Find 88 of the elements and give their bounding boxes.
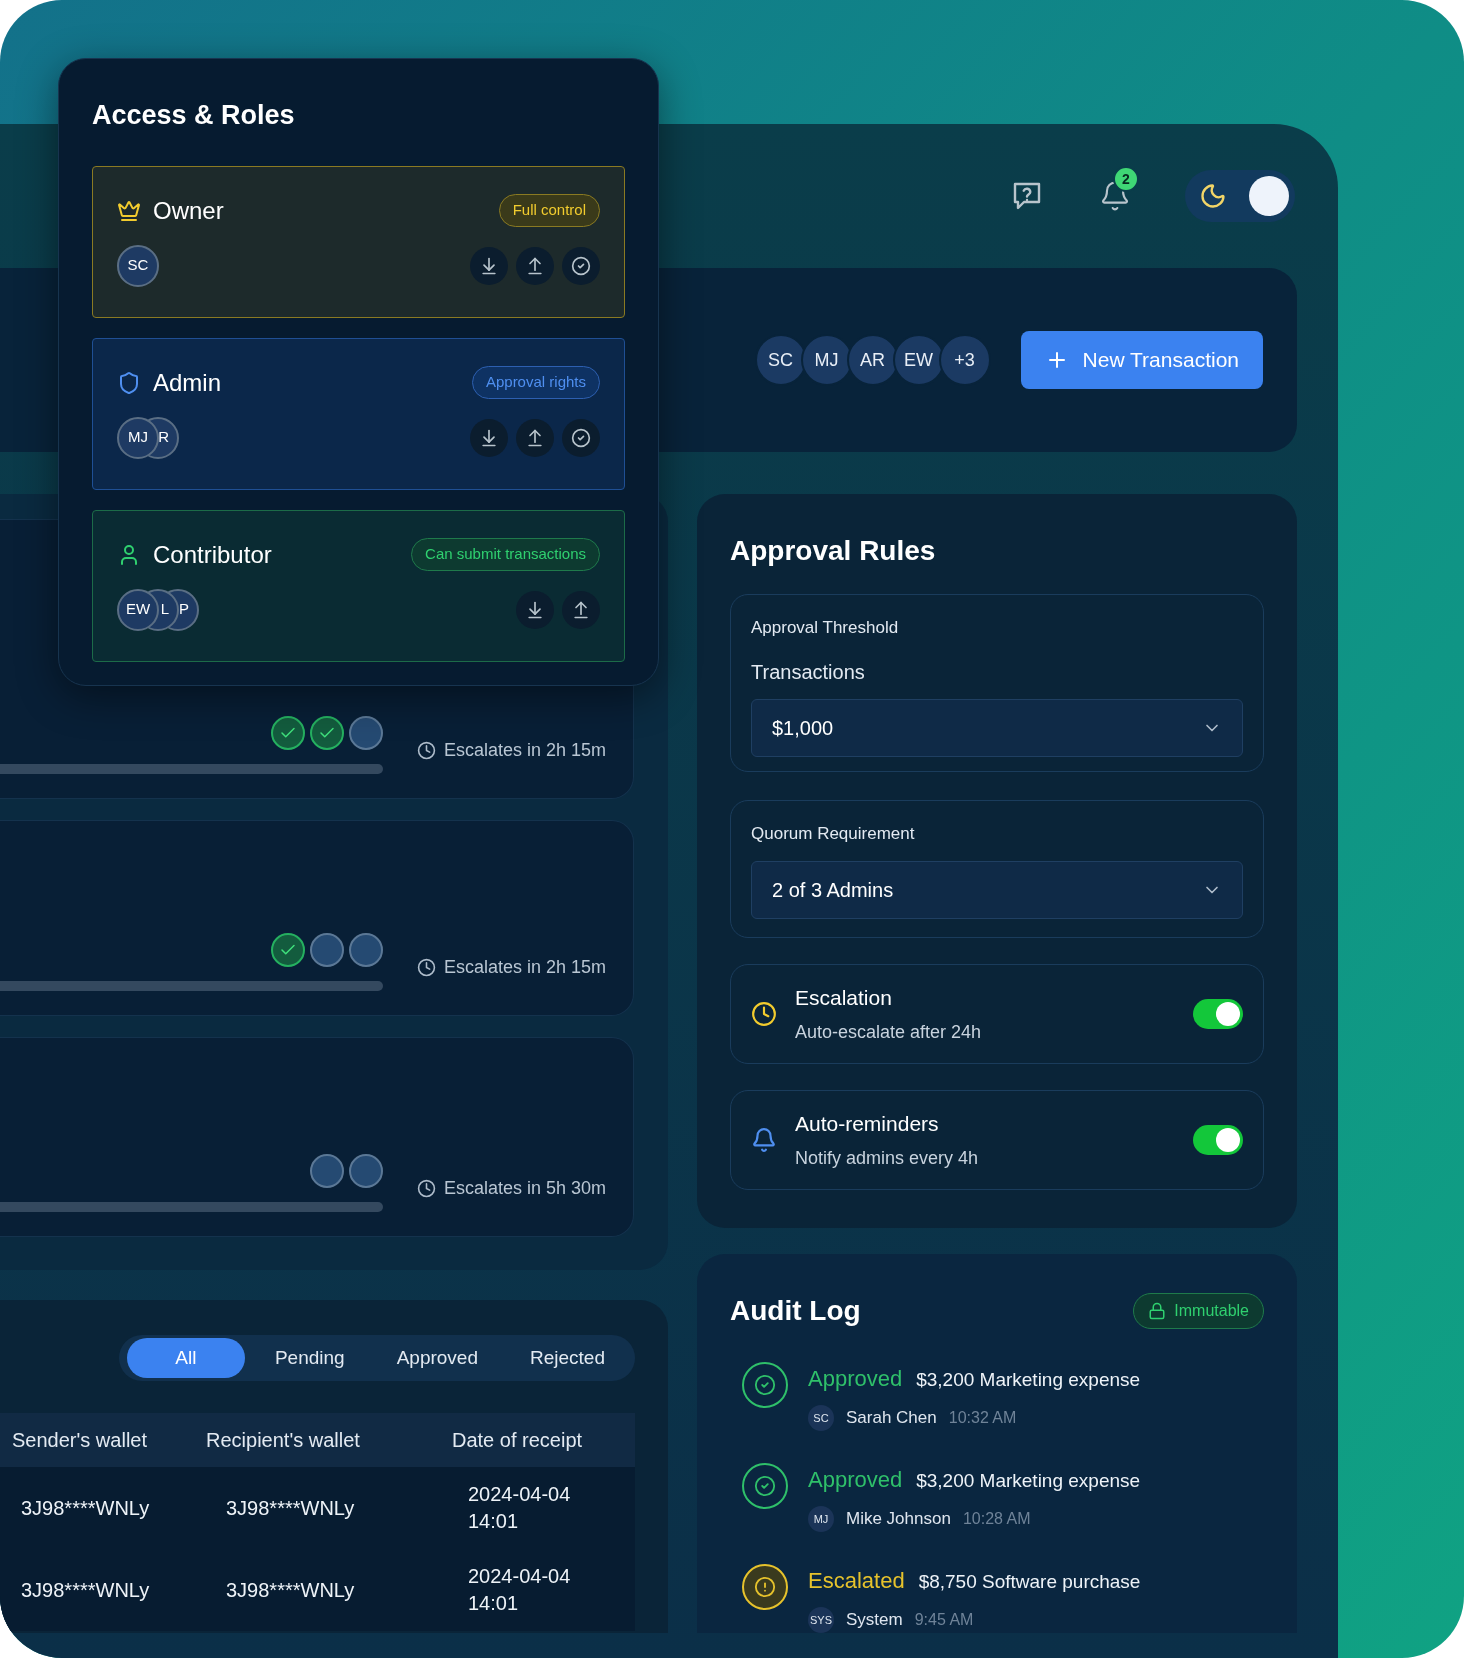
audit-status: Approved: [808, 1365, 903, 1393]
audit-status: Approved: [808, 1466, 903, 1494]
check-circle-icon: [754, 1475, 776, 1497]
field-label: Approval Threshold: [751, 617, 900, 639]
status-tab[interactable]: Pending: [252, 1338, 367, 1378]
toggle-switch[interactable]: [1193, 999, 1243, 1029]
field-label: Quorum Requirement: [751, 823, 916, 845]
audit-user: Sarah Chen: [846, 1407, 937, 1430]
theme-toggle[interactable]: [1185, 170, 1295, 222]
audit-description: $3,200 Marketing expense: [916, 1368, 1141, 1392]
upload-button[interactable]: [516, 418, 554, 457]
bell-icon: [751, 1127, 777, 1153]
escalation-time: Escalates in 2h 15m: [444, 956, 607, 979]
field-sublabel: Transactions: [751, 659, 866, 685]
setting-description: Auto-escalate after 24h: [795, 1021, 983, 1045]
audit-time: 9:45 AM: [914, 1610, 974, 1630]
shield-icon: [117, 370, 141, 395]
user-initials: SYS: [808, 1607, 834, 1633]
avatar: +3: [938, 334, 991, 386]
upload-button[interactable]: [562, 590, 600, 629]
role-name: Contributor: [153, 539, 272, 570]
role-name: Owner: [153, 195, 224, 226]
approve-button[interactable]: [562, 418, 600, 457]
popup-title: Access & Roles: [92, 99, 296, 132]
role-badge: Can submit transactions: [411, 538, 600, 571]
role-name: Admin: [153, 367, 222, 398]
lock-icon: [1148, 1302, 1167, 1320]
role-badge: Approval rights: [471, 366, 600, 399]
toggle-switch[interactable]: [1193, 1125, 1243, 1155]
check-circle-icon: [571, 255, 591, 276]
member-avatar: SC: [117, 244, 159, 287]
column-header: Date of receipt: [451, 1428, 584, 1453]
upload-icon: [571, 599, 591, 620]
audit-time: 10:32 AM: [948, 1408, 1017, 1428]
setting-title: Escalation: [795, 984, 893, 1011]
setting-description: Notify admins every 4h: [795, 1147, 980, 1171]
download-button[interactable]: [470, 246, 508, 285]
notification-badge: 2: [1113, 166, 1139, 192]
check-circle-icon: [754, 1374, 776, 1396]
user-initials: SC: [808, 1405, 834, 1431]
download-button[interactable]: [516, 590, 554, 629]
quorum-select[interactable]: 2 of 3 Admins: [751, 860, 1243, 919]
escalation-time: Escalates in 2h 15m: [444, 739, 607, 762]
table-cell-text: 2024-04-04 14:01: [467, 1564, 572, 1616]
table-cell-text: 2024-04-04 14:01: [467, 1482, 572, 1534]
table-cell-text: 3J98****WNLy: [20, 1578, 151, 1603]
clock-icon: [751, 1001, 777, 1027]
table-cell-text: 3J98****WNLy: [225, 1578, 356, 1603]
status-tab[interactable]: Approved: [374, 1338, 500, 1378]
clock-icon: [417, 1179, 436, 1198]
alert-circle-icon: [754, 1576, 776, 1598]
panel-title: Audit Log: [730, 1294, 861, 1328]
audit-description: $8,750 Software purchase: [918, 1570, 1141, 1594]
status-tab[interactable]: All: [126, 1338, 245, 1378]
download-button[interactable]: [470, 418, 508, 457]
audit-status: Escalated: [808, 1567, 905, 1595]
audit-description: $3,200 Marketing expense: [916, 1469, 1141, 1493]
status-tab[interactable]: Rejected: [508, 1338, 627, 1378]
member-avatar: MJ: [117, 416, 159, 459]
panel-title: Approval Rules: [730, 534, 937, 568]
clock-icon: [417, 958, 436, 977]
new-transaction-button[interactable]: New Transaction: [1020, 331, 1263, 389]
clock-icon: [417, 741, 436, 760]
upload-button[interactable]: [516, 246, 554, 285]
moon-icon: [1199, 182, 1227, 210]
immutable-badge: Immutable: [1133, 1293, 1264, 1329]
threshold-select[interactable]: $1,000: [751, 698, 1243, 757]
toggle-knob: [1249, 176, 1289, 216]
audit-user: Mike Johnson: [846, 1508, 951, 1531]
column-header: Sender's wallet: [11, 1428, 148, 1453]
download-icon: [479, 255, 499, 276]
upload-icon: [525, 427, 545, 448]
download-icon: [525, 599, 545, 620]
table-cell-text: 3J98****WNLy: [20, 1496, 151, 1521]
setting-title: Auto-reminders: [795, 1110, 940, 1137]
approve-button[interactable]: [562, 246, 600, 285]
user-initials: MJ: [808, 1506, 834, 1532]
role-badge: Full control: [498, 194, 600, 227]
table-cell-text: 3J98****WNLy: [225, 1496, 356, 1521]
crown-icon: [117, 198, 141, 223]
upload-icon: [525, 255, 545, 276]
column-header: Recipient's wallet: [205, 1428, 361, 1453]
audit-user: System: [846, 1609, 903, 1632]
check-circle-icon: [571, 427, 591, 448]
member-avatar: EW: [117, 588, 159, 631]
escalation-time: Escalates in 5h 30m: [444, 1177, 607, 1200]
audit-time: 10:28 AM: [962, 1509, 1031, 1529]
download-icon: [479, 427, 499, 448]
